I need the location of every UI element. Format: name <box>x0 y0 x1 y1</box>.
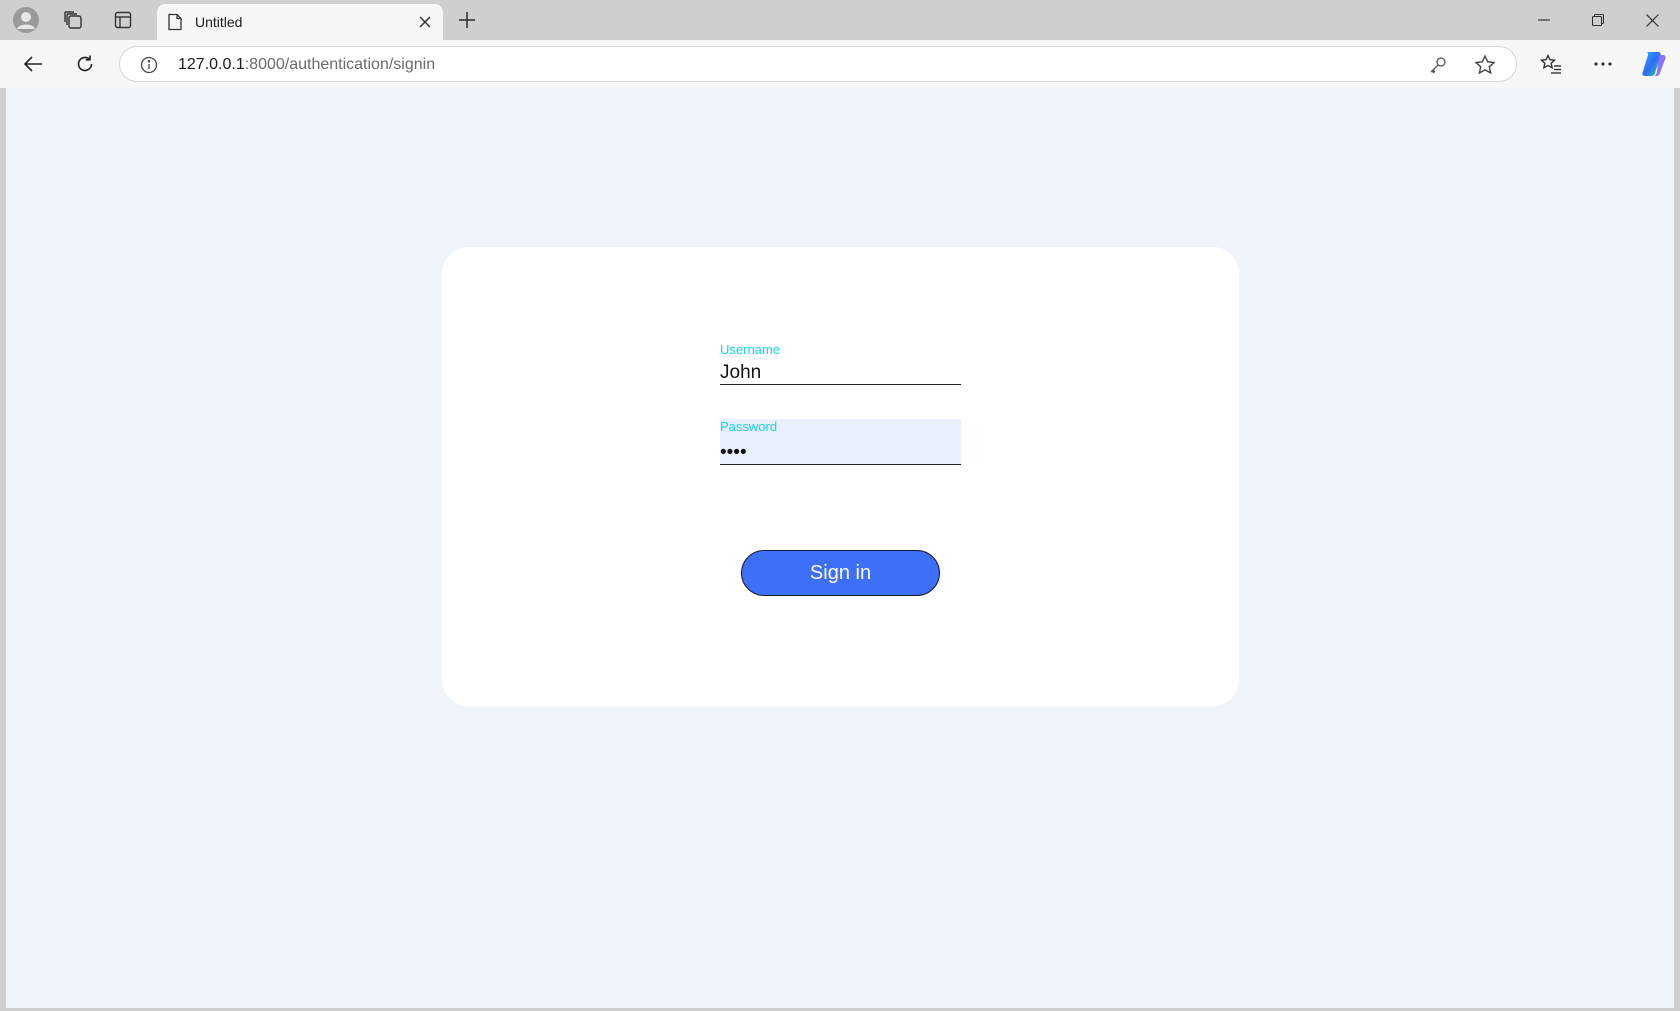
password-field-group: Password <box>720 419 961 479</box>
password-label: Password <box>720 419 778 434</box>
signin-card: Username Password Sign in <box>442 247 1239 706</box>
minimize-button[interactable] <box>1517 0 1571 40</box>
collections-icon[interactable] <box>53 5 93 35</box>
url-path: :8000/authentication/signin <box>244 56 436 73</box>
new-tab-button[interactable] <box>449 5 485 35</box>
favorites-icon[interactable] <box>1533 46 1569 82</box>
active-tab[interactable]: Untitled <box>157 4 443 40</box>
page-viewport: Username Password Sign in <box>6 88 1674 1008</box>
signin-button[interactable]: Sign in <box>741 550 940 596</box>
tab-title: Untitled <box>195 14 243 30</box>
refresh-button[interactable] <box>67 46 103 82</box>
close-window-button[interactable] <box>1625 0 1679 40</box>
more-options-icon[interactable] <box>1585 46 1621 82</box>
address-bar[interactable]: 127.0.0.1:8000/authentication/signin <box>119 46 1517 82</box>
profile-icon[interactable] <box>6 5 46 35</box>
url-text[interactable]: 127.0.0.1:8000/authentication/signin <box>178 56 435 74</box>
back-button[interactable] <box>15 46 51 82</box>
browser-toolbar: 127.0.0.1:8000/authentication/signin <box>0 40 1680 88</box>
copilot-icon[interactable] <box>1636 46 1672 82</box>
password-key-icon[interactable] <box>1428 55 1448 75</box>
site-info-icon[interactable] <box>140 56 158 74</box>
username-input[interactable] <box>720 339 961 385</box>
favorite-star-icon[interactable] <box>1474 54 1496 76</box>
browser-tab-bar: Untitled <box>0 0 1680 40</box>
close-tab-icon[interactable] <box>415 12 435 32</box>
vertical-tabs-icon[interactable] <box>103 5 143 35</box>
page-icon <box>167 13 183 31</box>
username-field-group: Username <box>720 339 961 399</box>
restore-button[interactable] <box>1571 0 1625 40</box>
url-host: 127.0.0.1 <box>178 56 245 73</box>
